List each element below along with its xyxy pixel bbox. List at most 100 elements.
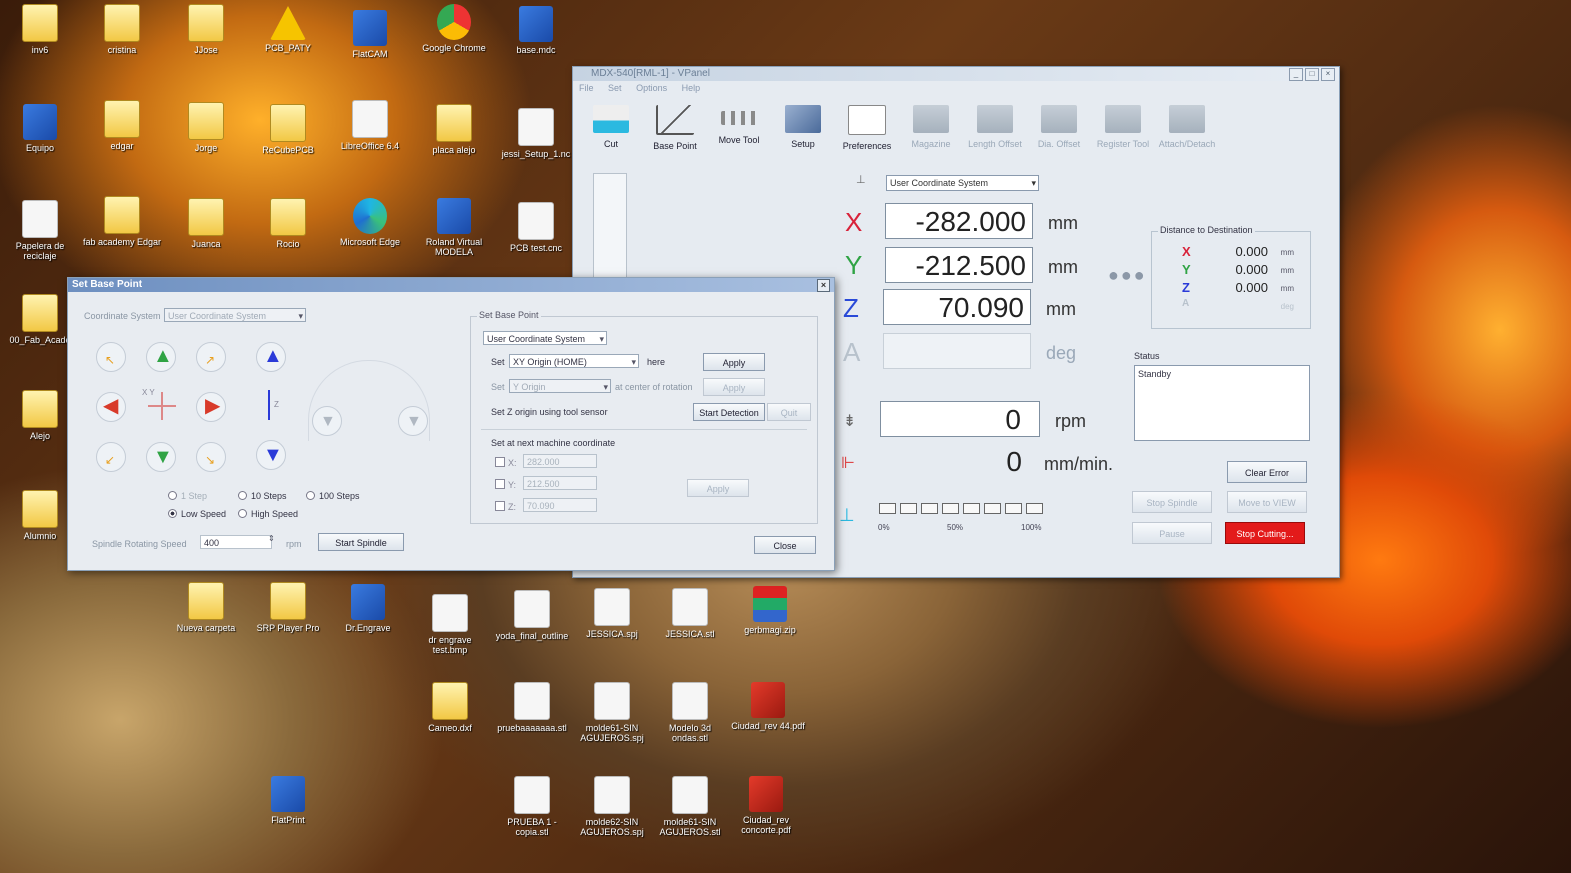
preferences-button[interactable]: Preferences [835,101,899,157]
desktop-icon[interactable]: Roland Virtual MODELA [414,198,494,257]
close-button[interactable]: × [1321,68,1335,81]
desktop-icon[interactable]: Equipo [0,104,80,153]
start-spindle-button[interactable]: Start Spindle [318,533,404,551]
spinner-arrows-icon[interactable]: ⇕ [268,534,275,543]
desktop-icon[interactable]: base.mdc [496,6,576,55]
jog-x-plus-button[interactable]: ▶ [196,392,226,422]
desktop-icon[interactable]: gerbmagi.zip [730,586,810,635]
apply-button[interactable]: Apply [703,353,765,371]
pause-button[interactable]: Pause [1132,522,1212,544]
apply-coordinate-button[interactable]: Apply [687,479,749,497]
close-button[interactable]: Close [754,536,816,554]
jog-y-plus-button[interactable]: ▲ [146,342,176,372]
move-to-view-button[interactable]: Move to VIEW [1227,491,1307,513]
clear-error-button[interactable]: Clear Error [1227,461,1307,483]
desktop-icon[interactable]: molde61-SIN AGUJEROS.spj [572,682,652,743]
desktop-icon[interactable]: PRUEBA 1 - copia.stl [492,776,572,837]
start-detection-button[interactable]: Start Detection [693,403,765,421]
register-tool-button[interactable]: Register Tool [1091,101,1155,157]
desktop-icon[interactable]: Cameo.dxf [410,682,490,733]
desktop-icon[interactable]: inv6 [0,4,80,55]
desktop-icon[interactable]: Rocio [248,198,328,249]
dialog-title-bar[interactable]: Set Base Point × [68,278,834,292]
magazine-button[interactable]: Magazine [899,101,963,157]
apply-rotation-button[interactable]: Apply [703,378,765,396]
desktop-icon[interactable]: dr engrave test.bmp [410,594,490,655]
cut-button[interactable]: Cut [579,101,643,157]
radio-100-steps[interactable]: 100 Steps [306,491,360,501]
y-checkbox[interactable]: Y: [495,479,516,490]
desktop-icon[interactable]: Ciudad_rev concorte.pdf [726,776,806,835]
desktop-icon[interactable]: fab academy Edgar [82,196,162,247]
desktop-icon[interactable]: ReCubePCB [248,104,328,155]
jog-up-right-button[interactable]: ↗ [196,342,226,372]
menu-options[interactable]: Options [636,83,667,93]
length-offset-button[interactable]: Length Offset [963,101,1027,157]
jog-down-left-button[interactable]: ↙ [96,442,126,472]
menu-file[interactable]: File [579,83,594,93]
jog-z-minus-button[interactable]: ▼ [256,440,286,470]
desktop-icon[interactable]: FlatCAM [330,10,410,59]
jog-x-minus-button[interactable]: ◀ [96,392,126,422]
radio-high-speed[interactable]: High Speed [238,509,298,519]
stop-cutting-button[interactable]: Stop Cutting... [1225,522,1305,544]
z-checkbox[interactable]: Z: [495,501,516,512]
desktop-icon[interactable]: PCB test.cnc [496,202,576,253]
spindle-speed-input[interactable]: 400 [200,535,272,549]
attach-detach-button[interactable]: Attach/Detach [1155,101,1219,157]
desktop-icon[interactable]: Ciudad_rev 44.pdf [728,682,808,731]
menu-help[interactable]: Help [682,83,701,93]
move-tool-button[interactable]: Move Tool [707,101,771,157]
origin-select[interactable]: XY Origin (HOME) [509,354,639,369]
setup-button[interactable]: Setup [771,101,835,157]
jog-up-left-button[interactable]: ↖ [96,342,126,372]
coordinate-system-select[interactable]: User Coordinate System ▾ [886,175,1039,191]
z-coordinate-input[interactable]: 70.090 [523,498,597,512]
desktop-icon[interactable]: SRP Player Pro [248,582,328,633]
desktop-icon[interactable]: Modelo 3d ondas.stl [650,682,730,743]
desktop-icon[interactable]: JESSICA.spj [572,588,652,639]
desktop-icon[interactable]: LibreOffice 6.4 [330,100,410,151]
rotary-minus-button[interactable]: ▼ [312,406,342,436]
vpanel-title-bar[interactable]: MDX-540[RML-1] - VPanel _ □ × [573,67,1339,81]
dialog-coordinate-select[interactable]: User Coordinate System [164,308,306,323]
radio-low-speed[interactable]: Low Speed [168,509,226,519]
jog-down-right-button[interactable]: ↘ [196,442,226,472]
desktop-icon[interactable]: jessi_Setup_1.nc [496,108,576,159]
desktop-icon[interactable]: molde62-SIN AGUJEROS.spj [572,776,652,837]
desktop-icon[interactable]: Nueva carpeta [166,582,246,633]
rotation-origin-select[interactable]: Y Origin [509,379,611,394]
desktop-icon[interactable]: cristina [82,4,162,55]
desktop-icon[interactable]: FlatPrint [248,776,328,825]
radio-10-steps[interactable]: 10 Steps [238,491,287,501]
y-coordinate-input[interactable]: 212.500 [523,476,597,490]
rotary-plus-button[interactable]: ▼ [398,406,428,436]
base-coordinate-select[interactable]: User Coordinate System [483,331,607,346]
desktop-icon[interactable]: JESSICA.stl [650,588,730,639]
maximize-button[interactable]: □ [1305,68,1319,81]
jog-y-minus-button[interactable]: ▼ [146,442,176,472]
radio-1-step[interactable]: 1 Step [168,491,207,501]
jog-z-plus-button[interactable]: ▲ [256,342,286,372]
desktop-icon[interactable]: molde61-SIN AGUJEROS.stl [650,776,730,837]
minimize-button[interactable]: _ [1289,68,1303,81]
desktop-icon[interactable]: Microsoft Edge [330,198,410,247]
desktop-icon[interactable]: yoda_final_outline [492,590,572,641]
desktop-icon[interactable]: placa alejo [414,104,494,155]
stop-spindle-button[interactable]: Stop Spindle [1132,491,1212,513]
menu-set[interactable]: Set [608,83,622,93]
base-point-button[interactable]: Base Point [643,101,707,157]
x-coordinate-input[interactable]: 282.000 [523,454,597,468]
desktop-icon[interactable]: PCB_PATY [248,6,328,53]
desktop-icon[interactable]: Jorge [166,102,246,153]
x-checkbox[interactable]: X: [495,457,517,468]
desktop-icon[interactable]: Dr.Engrave [328,584,408,633]
quit-button[interactable]: Quit [767,403,811,421]
dia-offset-button[interactable]: Dia. Offset [1027,101,1091,157]
desktop-icon[interactable]: Papelera de reciclaje [0,200,80,261]
desktop-icon[interactable]: JJose [166,4,246,55]
dialog-close-icon[interactable]: × [817,279,830,292]
desktop-icon[interactable]: pruebaaaaaaa.stl [492,682,572,733]
desktop-icon[interactable]: Juanca [166,198,246,249]
desktop-icon[interactable]: edgar [82,100,162,151]
